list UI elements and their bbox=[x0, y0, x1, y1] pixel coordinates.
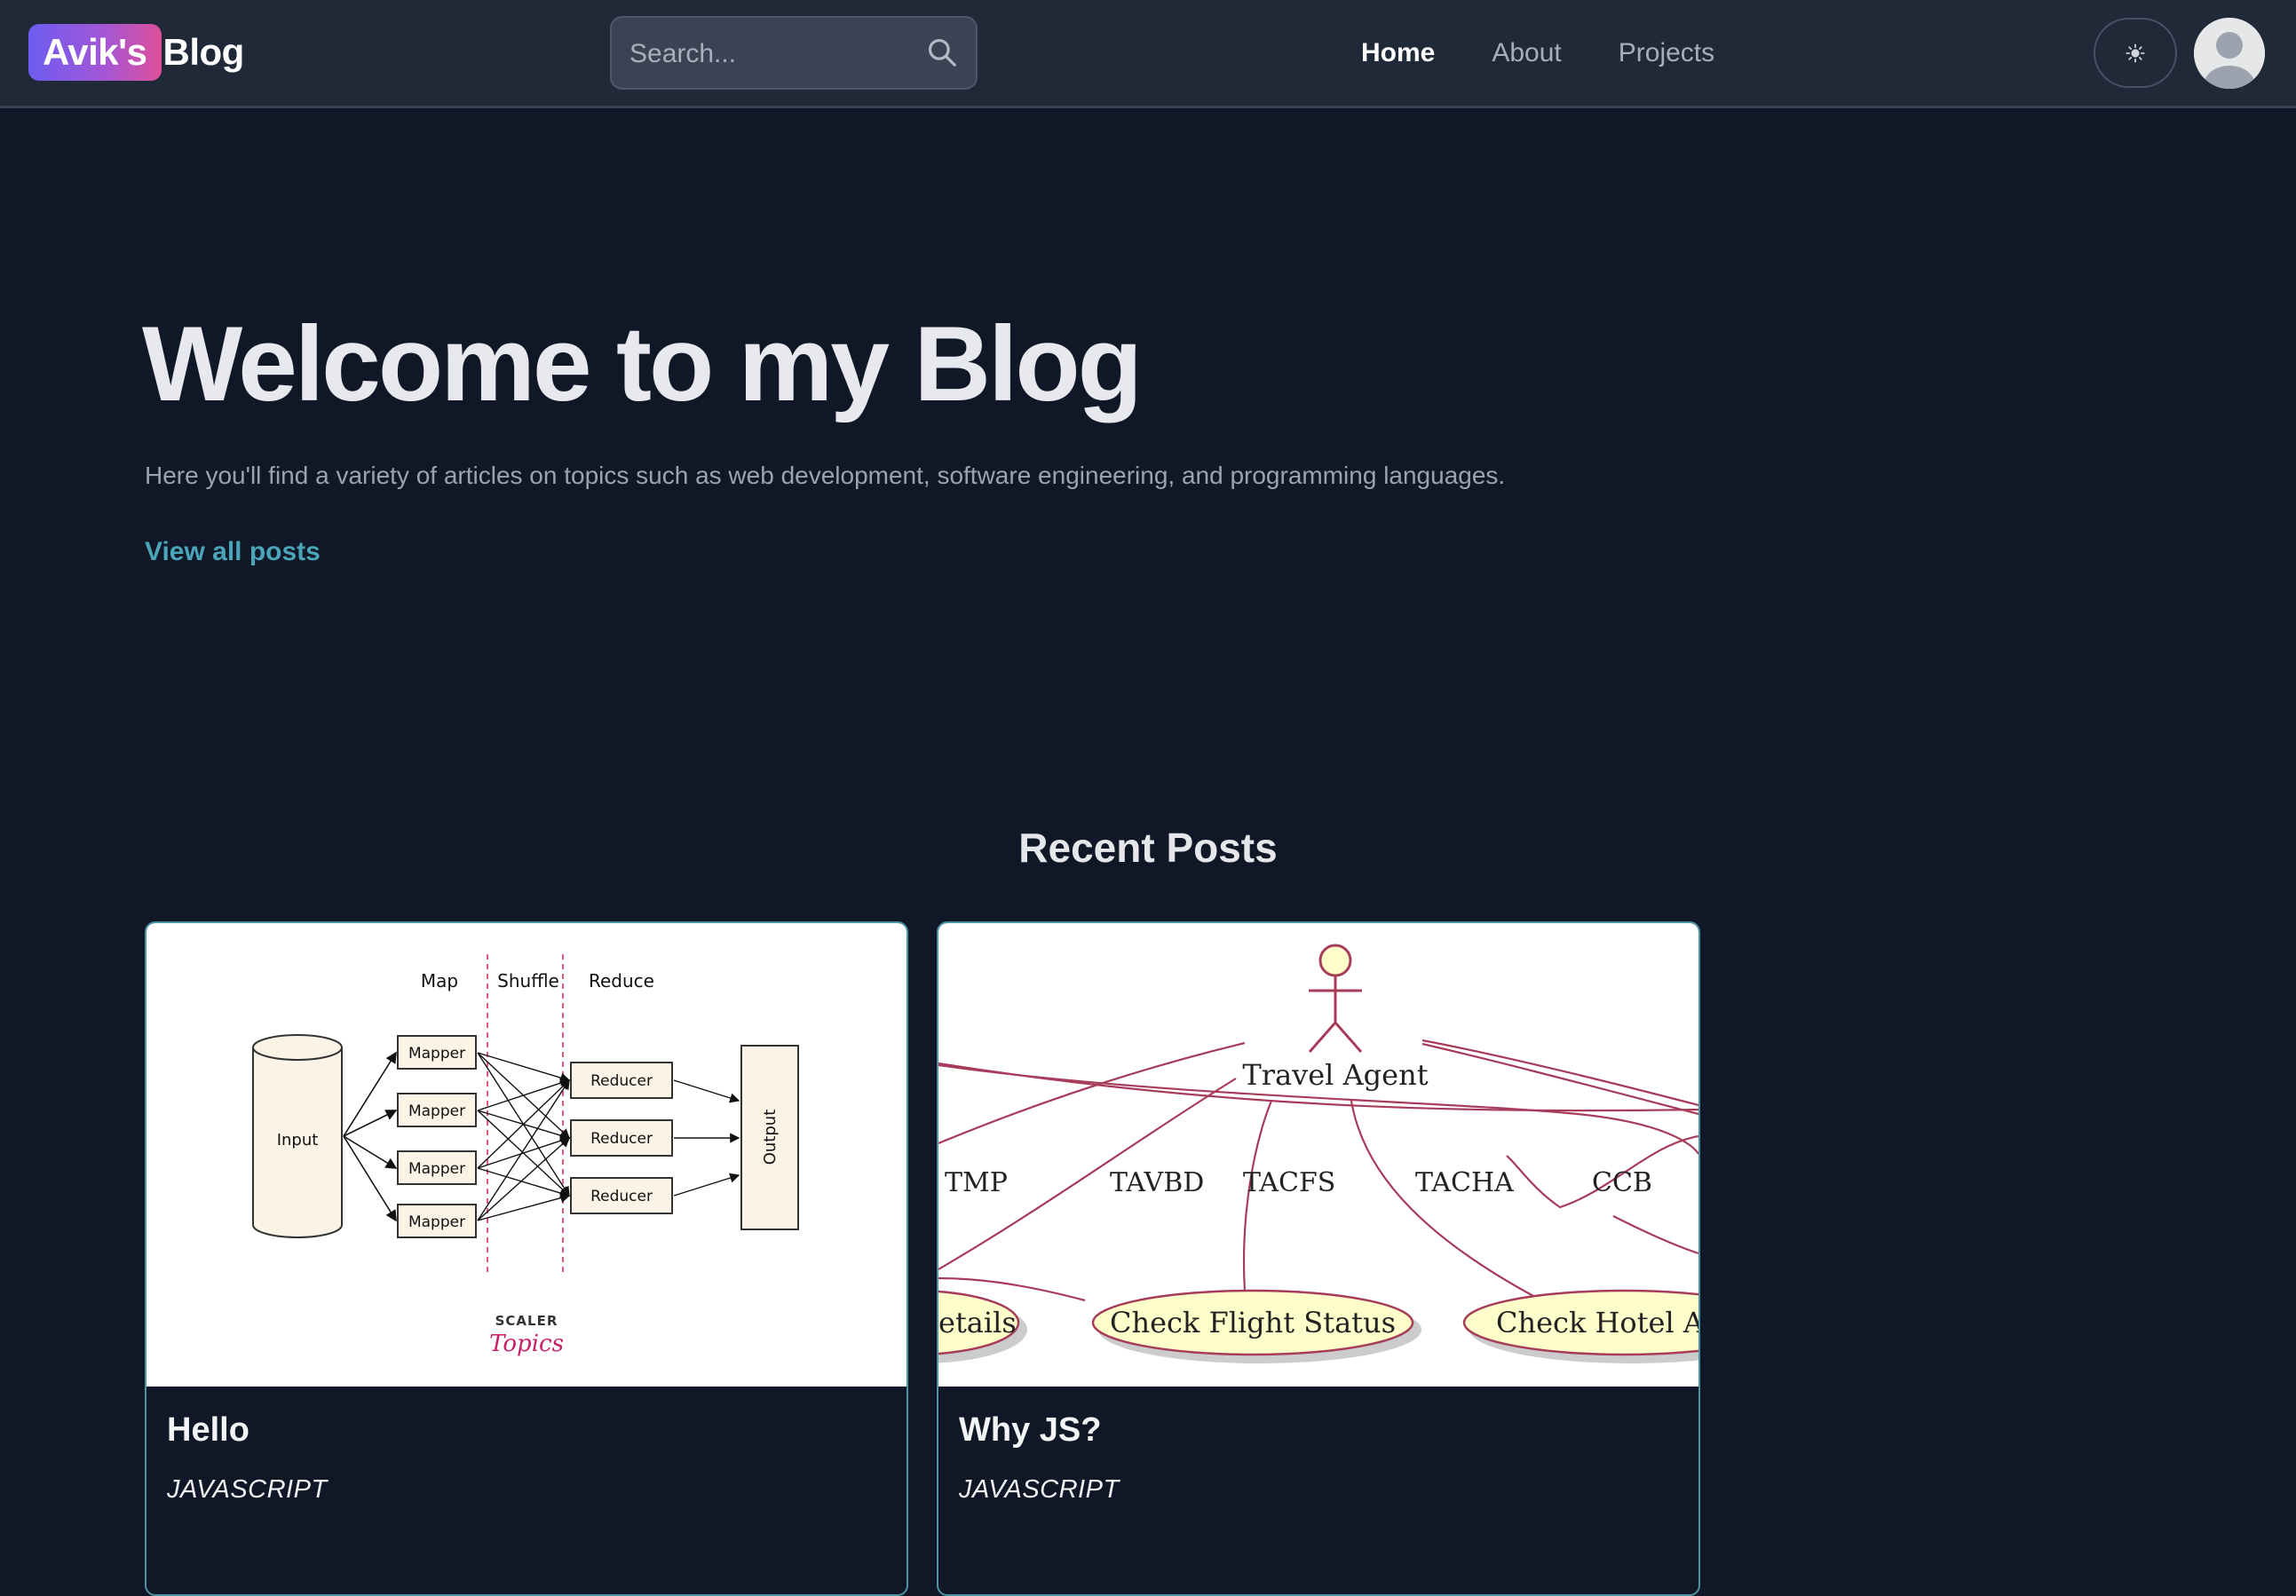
post-thumbnail-mapreduce: Map Shuffle Reduce Input Mapper Mapper M… bbox=[146, 923, 907, 1387]
nav-home[interactable]: Home bbox=[1361, 34, 1435, 73]
mapper-2: Mapper bbox=[408, 1102, 465, 1120]
usecase-check-flight-status: Check Flight Status bbox=[1110, 1306, 1396, 1339]
post-tag: JAVASCRIPT bbox=[167, 1475, 328, 1504]
topics-brand: Topics bbox=[489, 1331, 564, 1357]
main-nav: Home About Projects bbox=[1361, 34, 1771, 73]
nav-about[interactable]: About bbox=[1492, 34, 1561, 73]
site-logo[interactable]: Avik's Blog bbox=[28, 24, 244, 81]
logo-text: Blog bbox=[162, 31, 245, 73]
post-card-hello[interactable]: Map Shuffle Reduce Input Mapper Mapper M… bbox=[145, 921, 908, 1596]
reducer-2: Reducer bbox=[590, 1130, 653, 1148]
post-title[interactable]: Why JS? bbox=[959, 1411, 1101, 1450]
post-thumbnail-usecase: Travel Agent TMP TAVBD TACFS TACHA CCB e… bbox=[938, 923, 1698, 1387]
mapper-4: Mapper bbox=[408, 1213, 465, 1231]
label-input: Input bbox=[277, 1131, 319, 1150]
logo-badge: Avik's bbox=[28, 24, 162, 81]
usecase-label-3: TACFS bbox=[1243, 1167, 1335, 1198]
user-avatar[interactable] bbox=[2194, 18, 2265, 89]
sun-icon bbox=[2126, 43, 2145, 63]
label-output: Output bbox=[761, 1110, 780, 1165]
recent-posts-heading-text: Recent Posts bbox=[1018, 825, 1278, 871]
scaler-brand: SCALER bbox=[495, 1313, 558, 1329]
label-reduce: Reduce bbox=[589, 970, 654, 992]
usecase-check-hotel: Check Hotel Av bbox=[1496, 1306, 1698, 1339]
post-title[interactable]: Hello bbox=[167, 1411, 249, 1450]
recent-posts-heading: Recent Posts bbox=[0, 824, 2296, 872]
usecase-label-2: TAVBD bbox=[1110, 1167, 1204, 1198]
usecase-details: etails bbox=[938, 1306, 1017, 1339]
user-avatar-icon bbox=[2194, 18, 2265, 89]
post-tag: JAVASCRIPT bbox=[959, 1475, 1120, 1504]
mapreduce-diagram: Map Shuffle Reduce Input Mapper Mapper M… bbox=[252, 954, 799, 1357]
mapper-3: Mapper bbox=[408, 1160, 465, 1178]
actor-label: Travel Agent bbox=[1242, 1058, 1428, 1092]
search-icon[interactable] bbox=[925, 36, 959, 69]
search-box bbox=[610, 16, 978, 90]
reducer-1: Reducer bbox=[590, 1072, 653, 1090]
label-map: Map bbox=[421, 970, 458, 992]
usecase-label-4: TACHA bbox=[1415, 1167, 1514, 1198]
hero-subtitle: Here you'll find a variety of articles o… bbox=[145, 462, 1506, 489]
reducer-3: Reducer bbox=[590, 1188, 653, 1205]
usecase-label-1: TMP bbox=[945, 1167, 1008, 1198]
usecase-label-5: CCB bbox=[1592, 1167, 1652, 1198]
label-shuffle: Shuffle bbox=[497, 970, 559, 992]
hero-title: Welcome to my Blog bbox=[142, 304, 1143, 423]
view-all-posts-link[interactable]: View all posts bbox=[145, 537, 321, 567]
search-input[interactable] bbox=[628, 18, 915, 90]
usecase-diagram: Travel Agent TMP TAVBD TACFS TACHA CCB e… bbox=[938, 944, 1698, 1363]
actor-figure bbox=[1308, 944, 1363, 1053]
theme-toggle-button[interactable] bbox=[2094, 18, 2177, 88]
post-card-why-js[interactable]: Travel Agent TMP TAVBD TACFS TACHA CCB e… bbox=[937, 921, 1700, 1596]
nav-projects[interactable]: Projects bbox=[1619, 34, 1714, 73]
top-navbar: Avik's Blog Home About Projects bbox=[0, 0, 2296, 108]
mapper-1: Mapper bbox=[408, 1045, 465, 1063]
